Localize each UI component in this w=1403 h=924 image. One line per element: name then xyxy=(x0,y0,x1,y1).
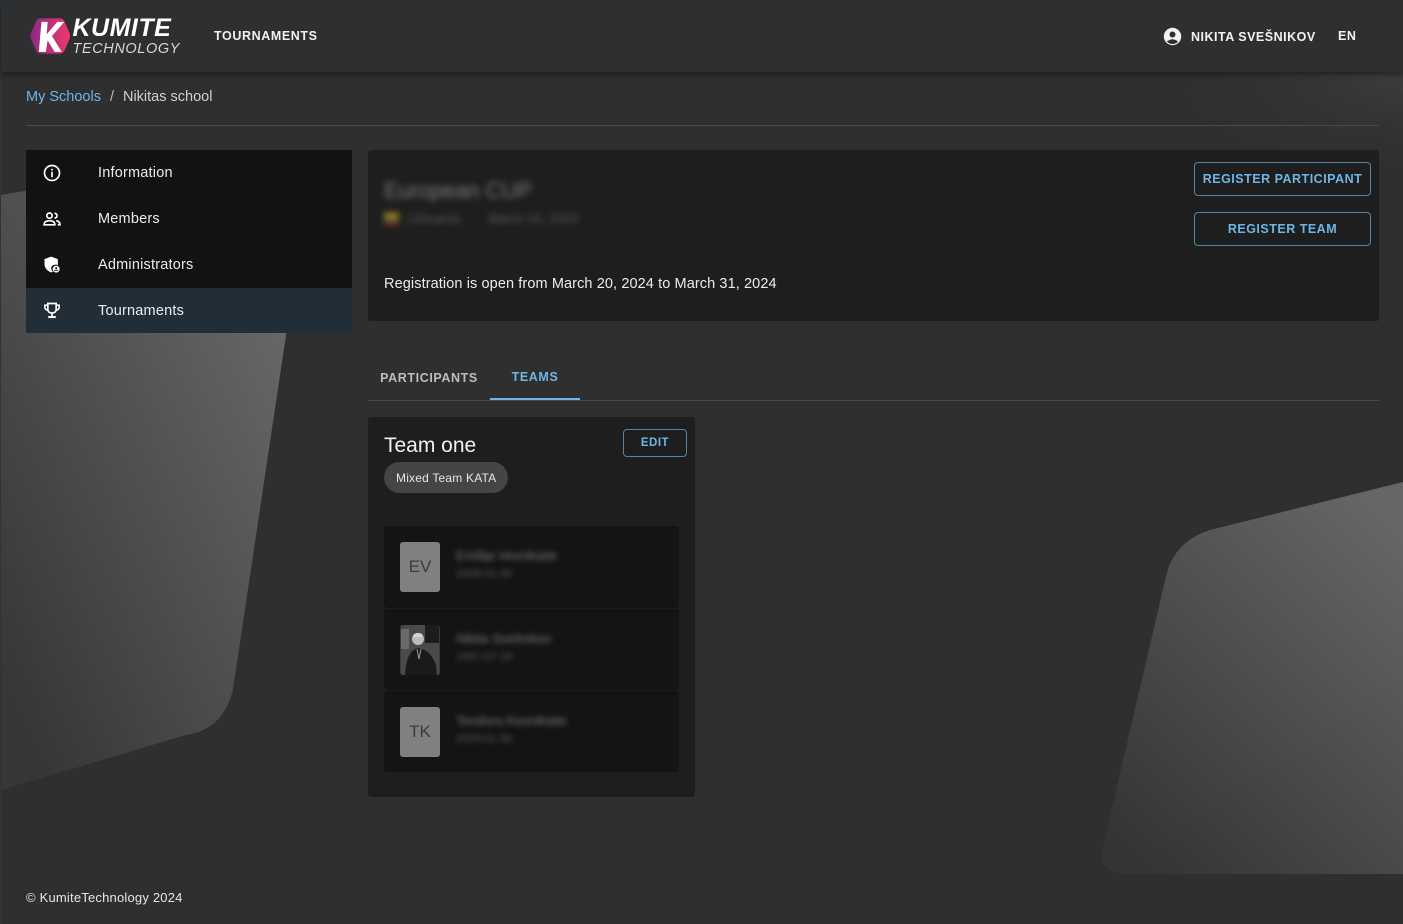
language-selector[interactable]: EN xyxy=(1338,29,1356,43)
team-member-item[interactable]: EV Emilija Vesnikaite 2009-01-30 xyxy=(384,526,679,608)
breadcrumb-current: Nikitas school xyxy=(122,89,213,105)
register-participant-button[interactable]: REGISTER PARTICIPANT xyxy=(1194,162,1371,196)
tournament-date: March 31, 2024 xyxy=(488,211,579,226)
kumite-logo-icon xyxy=(30,18,71,54)
team-name: Team one xyxy=(384,434,477,457)
person-photo-icon xyxy=(401,625,439,675)
right-hexagon-shape xyxy=(1101,482,1403,874)
sidebar-item-members[interactable]: Members xyxy=(26,196,352,242)
sidebar-item-administrators[interactable]: Administrators xyxy=(26,242,352,288)
breadcrumb-separator: / xyxy=(109,89,114,105)
tournament-meta: Lithuania · March 31, 2024 xyxy=(384,211,578,226)
account-circle-icon xyxy=(1163,27,1182,46)
app-bar: KUMITE TECHNOLOGY TOURNAMENTS NIKITA SVE… xyxy=(1,0,1403,72)
team-card: Team one EDIT Mixed Team KATA EV Emilija… xyxy=(368,417,695,797)
school-side-menu: Information Members Administrators Tourn… xyxy=(26,150,352,333)
edit-team-button[interactable]: EDIT xyxy=(623,429,687,457)
sidebar-item-label: Information xyxy=(98,165,173,181)
people-icon xyxy=(43,212,61,226)
background-decoration xyxy=(1,0,1403,924)
meta-separator: · xyxy=(471,211,477,226)
logo-line2: TECHNOLOGY xyxy=(72,40,180,57)
footer-copyright: © KumiteTechnology 2024 xyxy=(26,890,183,905)
tournament-card: European CUP Lithuania · March 31, 2024 … xyxy=(368,150,1379,321)
member-name: Emilija Vesnikaite xyxy=(456,548,558,563)
trophy-icon xyxy=(44,302,60,318)
member-name: Nikita Svešnikov xyxy=(456,631,552,646)
member-avatar: TK xyxy=(400,707,440,757)
team-member-item[interactable]: TK Teodora Kesnikaite 2009-01-30 xyxy=(384,690,679,772)
user-name: NIKITA SVEŠNIKOV xyxy=(1191,29,1316,44)
sidebar-item-tournaments[interactable]: Tournaments xyxy=(26,288,352,333)
team-category-chip: Mixed Team KATA xyxy=(384,462,509,493)
sidebar-item-information[interactable]: Information xyxy=(26,150,352,196)
register-team-button[interactable]: REGISTER TEAM xyxy=(1194,212,1371,246)
tournament-title: European CUP xyxy=(384,178,532,203)
sidebar-item-label: Administrators xyxy=(98,257,194,273)
breadcrumb: My Schools / Nikitas school xyxy=(26,89,212,105)
member-birthdate: 2009-01-30 xyxy=(456,733,513,745)
info-icon xyxy=(43,164,61,182)
member-avatar-photo xyxy=(400,625,440,675)
tab-participants[interactable]: PARTICIPANTS xyxy=(368,355,490,400)
logo-line1: KUMITE xyxy=(72,13,172,42)
breadcrumb-my-schools-link[interactable]: My Schools xyxy=(26,89,101,105)
nav-tournaments-link[interactable]: TOURNAMENTS xyxy=(214,29,318,43)
member-birthdate: 1987-07-16 xyxy=(456,651,513,663)
user-menu[interactable]: NIKITA SVEŠNIKOV xyxy=(1163,27,1316,46)
sidebar-item-label: Members xyxy=(98,211,160,227)
logo[interactable]: KUMITE TECHNOLOGY xyxy=(30,13,180,59)
sidebar-item-label: Tournaments xyxy=(98,302,185,319)
header-divider xyxy=(26,125,1379,126)
tab-teams[interactable]: TEAMS xyxy=(490,355,580,400)
registration-period-text: Registration is open from March 20, 2024… xyxy=(384,276,777,292)
admin-shield-icon xyxy=(44,256,60,273)
member-birthdate: 2009-01-30 xyxy=(456,568,513,580)
team-members-list: EV Emilija Vesnikaite 2009-01-30 Nikita … xyxy=(384,526,679,772)
member-name: Teodora Kesnikaite xyxy=(456,713,567,728)
tournament-tabs: PARTICIPANTS TEAMS xyxy=(368,355,1379,401)
tournament-country: Lithuania xyxy=(407,211,460,226)
member-avatar: EV xyxy=(400,542,440,592)
team-member-item[interactable]: Nikita Svešnikov 1987-07-16 xyxy=(384,608,679,690)
footer-bar xyxy=(1,874,1403,924)
country-flag-icon xyxy=(384,212,399,225)
logo-wordmark: KUMITE TECHNOLOGY xyxy=(72,13,180,57)
